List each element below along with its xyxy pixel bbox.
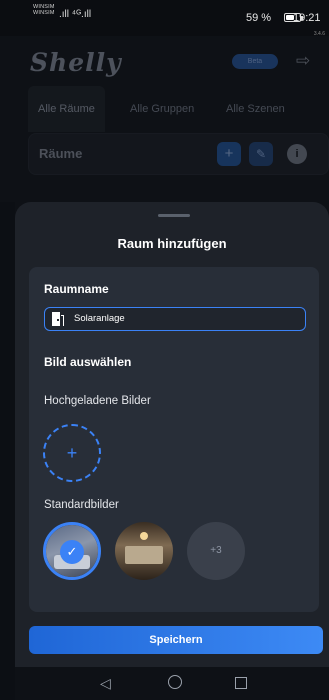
check-icon: ✓ — [60, 540, 84, 564]
choose-image-label: Bild auswählen — [44, 355, 132, 369]
screen: WINSIM WINSIM .ıll ⁴ᴳ.ıll 59 % 19:21 3.4… — [0, 0, 329, 700]
uploaded-images-label: Hochgeladene Bilder — [44, 395, 151, 407]
default-images-label: Standardbilder — [44, 499, 119, 511]
more-images-button[interactable]: +3 — [187, 522, 245, 580]
default-image-2[interactable] — [115, 522, 173, 580]
carrier-2: WINSIM — [33, 10, 55, 16]
home-icon[interactable] — [168, 675, 182, 689]
door-icon — [52, 312, 64, 326]
sheet-title: Raum hinzufügen — [117, 236, 227, 251]
edge-strip — [0, 202, 15, 700]
upload-image-button[interactable]: + — [43, 424, 101, 482]
nav-bar: ◁ — [15, 667, 329, 700]
plus-icon: + — [66, 443, 78, 463]
add-room-sheet: Raum hinzufügen Raumname Bild auswählen … — [15, 202, 329, 667]
form-card: Raumname Bild auswählen Hochgeladene Bil… — [29, 267, 319, 612]
room-name-field[interactable] — [44, 307, 306, 331]
drag-handle[interactable] — [158, 214, 190, 217]
clock: 19:21 — [293, 12, 321, 24]
room-name-input[interactable] — [74, 313, 294, 324]
back-icon[interactable]: ◁ — [100, 675, 111, 691]
carrier-labels: WINSIM WINSIM — [33, 4, 55, 16]
battery-percent: 59 % — [246, 12, 272, 24]
status-bar: WINSIM WINSIM .ıll ⁴ᴳ.ıll 59 % 19:21 3.4… — [0, 0, 329, 37]
save-button[interactable]: Speichern — [29, 626, 323, 654]
room-name-label: Raumname — [44, 282, 109, 296]
default-image-1[interactable]: ✓ — [43, 522, 101, 580]
recent-apps-icon[interactable] — [235, 677, 247, 689]
signal-icon: .ıll ⁴ᴳ.ıll — [59, 9, 92, 20]
